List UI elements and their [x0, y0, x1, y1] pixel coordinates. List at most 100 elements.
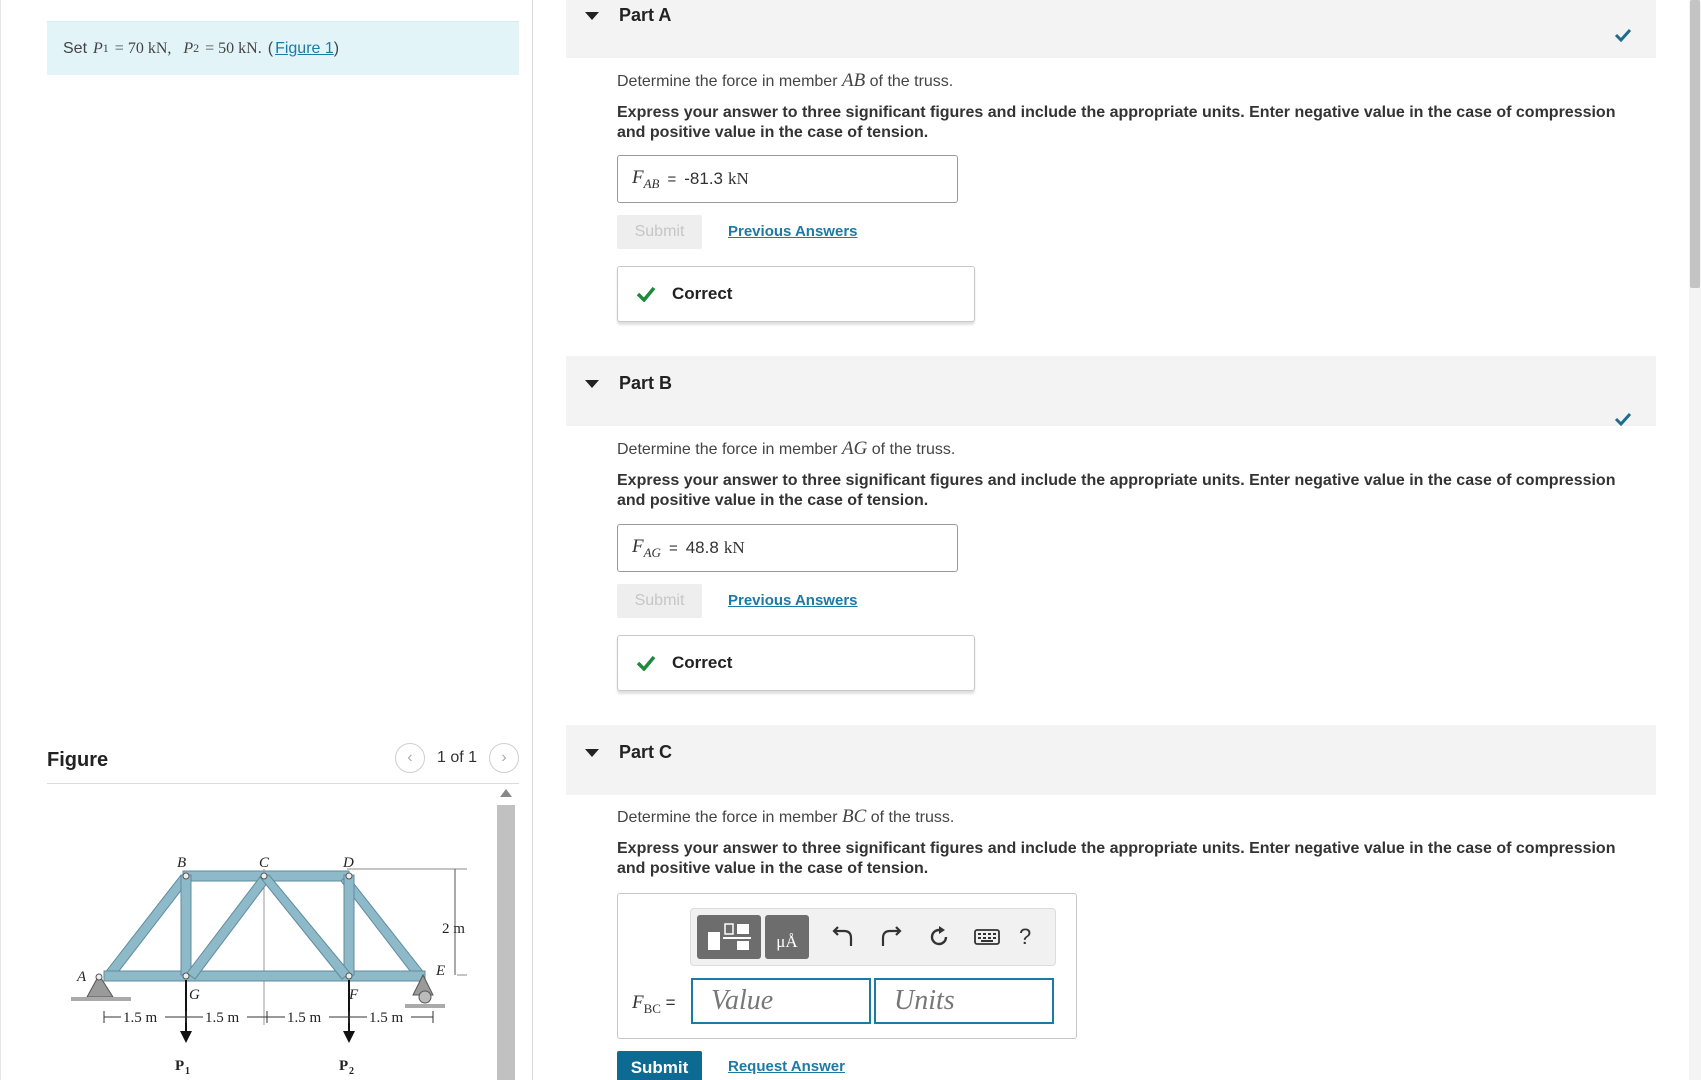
keyboard-icon [974, 929, 1000, 945]
part-c-submit-button[interactable]: Submit [617, 1051, 702, 1080]
load-label-p1-sub: 1 [185, 1066, 190, 1077]
part-b-previous-answers-link[interactable]: Previous Answers [728, 592, 858, 609]
joint-label-e: E [435, 963, 445, 979]
caret-down-icon[interactable] [585, 380, 599, 388]
figure-scroll-thumb[interactable] [497, 805, 515, 1080]
chevron-right-icon: › [501, 749, 507, 766]
height-label: 2 m [442, 921, 465, 937]
math-toolbar: μÅ ? [690, 908, 1056, 966]
keyboard-button[interactable] [969, 919, 1005, 955]
load-label-p2: P [339, 1058, 348, 1074]
reset-button[interactable] [921, 919, 957, 955]
answer-symbol: FAG [632, 535, 661, 560]
units-input[interactable] [874, 978, 1054, 1024]
part-b-header[interactable]: Part B [566, 356, 1656, 426]
joint-label-g: G [189, 987, 200, 1003]
span-label-4: 1.5 m [369, 1010, 404, 1026]
part-b-submit-button[interactable]: Submit [617, 584, 702, 618]
check-icon [636, 655, 656, 671]
scroll-up-icon[interactable] [500, 789, 512, 797]
joint-label-f: F [348, 987, 359, 1003]
undo-icon [832, 926, 853, 946]
redo-button[interactable] [873, 919, 909, 955]
part-b-answer: FAG = 48.8 kN [617, 524, 958, 572]
next-figure-button[interactable]: › [489, 743, 519, 773]
member-ag: AG [841, 438, 868, 459]
p1-subscript: 1 [102, 41, 109, 55]
part-c-title: Part C [619, 742, 673, 762]
figure-link[interactable]: Figure 1 [275, 40, 334, 58]
figure-header: Figure ‹ 1 of 1 › [47, 738, 519, 784]
templates-icon [708, 923, 751, 950]
p1-symbol: P [93, 39, 103, 57]
load-label-p2-sub: 2 [349, 1066, 354, 1077]
help-button[interactable]: ? [1019, 924, 1031, 950]
part-a-feedback: Correct [617, 266, 975, 322]
check-icon [636, 286, 656, 302]
request-answer-link[interactable]: Request Answer [728, 1058, 845, 1075]
prev-figure-button[interactable]: ‹ [394, 743, 425, 773]
caret-down-icon[interactable] [585, 12, 599, 20]
part-a-instructions: Express your answer to three significant… [617, 104, 1616, 141]
p2-subscript: 2 [193, 41, 200, 55]
left-panel: Set P1 = 70 kN, P2 = 50 kN. (Figure 1) F… [0, 0, 533, 1080]
answer-unit: kN [728, 169, 749, 188]
part-c-instructions: Express your answer to three significant… [617, 840, 1616, 877]
member-bc: BC [841, 806, 867, 827]
page-scroll-thumb[interactable] [1690, 0, 1700, 288]
redo-icon [881, 926, 902, 946]
figure-scrollbar[interactable] [497, 785, 515, 1080]
joint-label-b: B [177, 855, 186, 871]
figure-pager: ‹ 1 of 1 › [394, 743, 519, 773]
part-b-question: Determine the force in member AG of the … [617, 438, 956, 459]
p1-value: = 70 kN, [114, 39, 172, 57]
checkmark-icon [1614, 28, 1632, 42]
figure-page-indicator: 1 of 1 [436, 749, 477, 766]
feedback-text: Correct [672, 284, 733, 303]
joint-label-d: D [342, 855, 354, 871]
problem-intro: Set P1 = 70 kN, P2 = 50 kN. (Figure 1) [47, 21, 519, 75]
fbc-label: FBC = [632, 992, 676, 1016]
checkmark-icon [1614, 412, 1632, 426]
units-button[interactable]: μÅ [765, 915, 809, 959]
templates-button[interactable] [697, 915, 761, 959]
part-a-header[interactable]: Part A [566, 0, 1656, 58]
joint-label-a: A [76, 969, 87, 985]
value-input[interactable] [691, 978, 871, 1024]
joint-label-c: C [259, 855, 270, 871]
answer-symbol: FAB [632, 166, 660, 191]
intro-prefix: Set [63, 39, 88, 57]
p2-value: = 50 kN. [205, 39, 262, 57]
answer-value: 48.8 [685, 538, 719, 557]
answer-value: -81.3 [684, 169, 724, 188]
truss-figure: 1.5 m 1.5 m 1.5 m 1.5 m 2 m A B C D E F … [47, 785, 519, 1080]
part-b-instructions: Express your answer to three significant… [617, 472, 1616, 509]
answer-unit: kN [723, 538, 745, 557]
part-b-feedback: Correct [617, 635, 975, 691]
part-c-answer-panel: μÅ ? FBC = [617, 893, 1077, 1039]
part-a-question: Determine the force in member AB of the … [617, 70, 954, 91]
load-label-p1: P [175, 1058, 184, 1074]
part-c-header[interactable]: Part C [566, 725, 1656, 795]
span-label-2: 1.5 m [205, 1010, 240, 1026]
feedback-text: Correct [672, 653, 733, 672]
caret-down-icon[interactable] [585, 749, 599, 757]
truss-diagram: 1.5 m 1.5 m 1.5 m 1.5 m 2 m A B C D E F … [71, 855, 467, 1077]
part-a-title: Part A [619, 5, 672, 25]
undo-button[interactable] [825, 919, 861, 955]
span-label-3: 1.5 m [287, 1010, 322, 1026]
refresh-icon [930, 926, 948, 946]
p2-symbol: P [183, 39, 194, 57]
part-a-answer: FAB = -81.3 kN [617, 155, 958, 203]
figure-title: Figure [47, 749, 109, 771]
units-icon: μÅ [776, 932, 798, 951]
part-a-previous-answers-link[interactable]: Previous Answers [728, 223, 858, 240]
member-ab: AB [841, 70, 866, 91]
chevron-left-icon: ‹ [407, 749, 413, 766]
part-c-question: Determine the force in member BC of the … [617, 806, 955, 827]
right-panel: Part A Determine the force in member AB … [534, 0, 1701, 1080]
page-scrollbar[interactable] [1689, 0, 1701, 1080]
part-a-submit-button[interactable]: Submit [617, 215, 702, 249]
part-b-title: Part B [619, 373, 673, 393]
span-label-1: 1.5 m [123, 1010, 158, 1026]
